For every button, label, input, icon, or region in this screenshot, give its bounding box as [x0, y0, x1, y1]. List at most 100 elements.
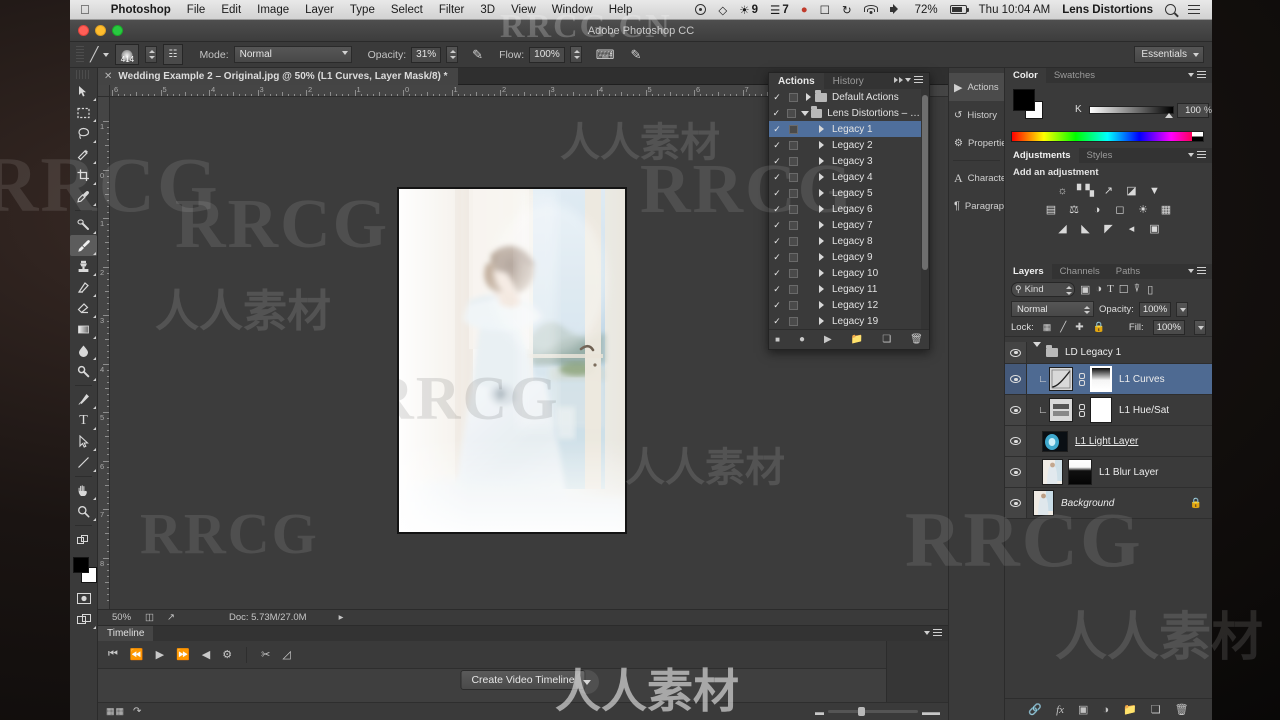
k-channel-slider[interactable] [1089, 106, 1174, 114]
group-expand-triangle-icon[interactable] [1033, 342, 1041, 359]
menu-filter[interactable]: Filter [431, 4, 473, 16]
chevron-down-icon[interactable] [103, 52, 110, 57]
menu-edit[interactable]: Edit [213, 4, 249, 16]
expand-triangle-icon[interactable] [801, 93, 815, 101]
action-toggle-checkbox[interactable]: ✓ [769, 300, 785, 311]
actions-row-legacy-3[interactable]: ✓ Legacy 3 [769, 153, 921, 169]
tab-color[interactable]: Color [1005, 68, 1046, 83]
red-dot-icon[interactable]: ● [795, 4, 814, 16]
exposure-icon[interactable]: ◪ [1123, 183, 1140, 198]
color-balance-icon[interactable]: ⚖ [1066, 202, 1083, 217]
action-toggle-checkbox[interactable]: ✓ [769, 268, 785, 279]
actions-scrollbar-thumb[interactable] [922, 95, 928, 270]
action-toggle-checkbox[interactable]: ✓ [769, 108, 784, 119]
opacity-input[interactable]: 31% [411, 46, 442, 63]
record-circle-icon[interactable] [689, 4, 712, 15]
tab-layers[interactable]: Layers [1005, 264, 1052, 279]
color-panel-swatches[interactable] [1013, 89, 1047, 119]
menu-layer[interactable]: Layer [297, 4, 342, 16]
action-toggle-checkbox[interactable]: ✓ [769, 140, 785, 151]
type-tool[interactable]: T [70, 410, 97, 431]
new-set-button[interactable]: 📁 [851, 334, 863, 345]
menu-3d[interactable]: 3D [472, 4, 503, 16]
action-modal-toggle[interactable] [785, 284, 801, 294]
eraser-tool[interactable] [70, 298, 97, 319]
action-toggle-checkbox[interactable]: ✓ [769, 252, 785, 263]
color-lookup-icon[interactable]: ▦ [1158, 202, 1175, 217]
tab-actions[interactable]: Actions [769, 73, 824, 89]
action-modal-toggle[interactable] [785, 172, 801, 182]
action-modal-toggle[interactable] [784, 108, 799, 118]
shape-filter-icon[interactable]: ☐ [1119, 283, 1129, 296]
color-spectrum-ramp[interactable] [1011, 131, 1204, 142]
action-toggle-checkbox[interactable]: ✓ [769, 92, 785, 103]
menu-image[interactable]: Image [249, 4, 297, 16]
expand-triangle-icon[interactable] [814, 317, 828, 325]
marquee-tool[interactable] [70, 102, 97, 123]
dropbox-icon[interactable]: ◇ [712, 3, 733, 17]
invert-icon[interactable]: ◢ [1054, 221, 1071, 236]
action-modal-toggle[interactable] [785, 268, 801, 278]
brush-preset-picker-icon[interactable]: 414 [115, 44, 140, 65]
actions-row-legacy-10[interactable]: ✓ Legacy 10 [769, 265, 921, 281]
document-dimensions-icon[interactable]: ◫ [145, 612, 154, 623]
menu-type[interactable]: Type [342, 4, 383, 16]
battery-icon[interactable] [944, 5, 973, 14]
action-modal-toggle[interactable] [785, 300, 801, 310]
actions-row-legacy-8[interactable]: ✓ Legacy 8 [769, 233, 921, 249]
actions-row-legacy-19[interactable]: ✓ Legacy 19 [769, 313, 921, 329]
wifi-icon[interactable] [858, 4, 884, 15]
action-modal-toggle[interactable] [785, 140, 801, 150]
layer-thumbnail[interactable] [1042, 430, 1068, 452]
vibrance-icon[interactable]: ▼ [1146, 183, 1163, 198]
timeline-side-strip[interactable] [886, 641, 948, 702]
tab-timeline[interactable]: Timeline [98, 626, 154, 641]
levels-icon[interactable]: ▘▚ [1077, 183, 1094, 198]
timeline-zoom-slider[interactable]: ▬ ▬▬ [815, 707, 940, 717]
share-icon[interactable]: ↗ [167, 612, 175, 623]
menu-view[interactable]: View [503, 4, 544, 16]
action-toggle-checkbox[interactable]: ✓ [769, 172, 785, 183]
pixel-filter-icon[interactable]: ▣ [1080, 283, 1090, 296]
edit-toolbar-button[interactable] [70, 529, 97, 550]
hand-tool[interactable] [70, 480, 97, 501]
brush-tool[interactable] [70, 235, 97, 256]
zoom-slider-thumb[interactable] [858, 707, 865, 716]
dock-item-history[interactable]: ↺ History [949, 101, 1004, 129]
action-toggle-checkbox[interactable]: ✓ [769, 188, 785, 199]
toolbox-grip[interactable] [76, 70, 91, 79]
lock-transparency-icon[interactable]: ▦ [1043, 322, 1052, 333]
status-expand-arrow-icon[interactable]: ▸ [339, 612, 344, 623]
tab-swatches[interactable]: Swatches [1046, 68, 1103, 83]
close-tab-icon[interactable]: ✕ [104, 71, 112, 82]
layer-thumbnail[interactable] [1049, 398, 1073, 422]
expand-triangle-icon[interactable] [814, 157, 828, 165]
layer-fill-stepper[interactable] [1194, 320, 1206, 335]
collapse-double-arrow-icon[interactable] [894, 77, 903, 83]
layer-row-l1-light-layer[interactable]: L1 Light Layer [1005, 426, 1212, 457]
actions-row-legacy-9[interactable]: ✓ Legacy 9 [769, 249, 921, 265]
dock-item-paragraph[interactable]: ¶ Paragraph [949, 192, 1009, 220]
frame-view-icon[interactable]: ▦▦ [106, 706, 125, 717]
play-button[interactable]: ▶ [824, 334, 832, 345]
expand-triangle-icon[interactable] [814, 285, 828, 293]
posterize-icon[interactable]: ◣ [1077, 221, 1094, 236]
active-tool-indicator[interactable]: ╱ [90, 46, 110, 63]
action-modal-toggle[interactable] [785, 124, 801, 134]
flow-stepper[interactable] [569, 46, 582, 63]
audio-button[interactable]: ◀ [202, 648, 210, 661]
blur-tool[interactable] [70, 340, 97, 361]
lock-position-icon[interactable]: ✚ [1075, 322, 1083, 333]
actions-row-legacy-7[interactable]: ✓ Legacy 7 [769, 217, 921, 233]
expand-triangle-icon[interactable] [814, 301, 828, 309]
brush-preset-stepper[interactable] [145, 46, 158, 63]
dock-item-actions[interactable]: ▶ Actions [949, 73, 1004, 101]
new-action-button[interactable]: ❏ [882, 334, 891, 345]
zoom-tool[interactable] [70, 501, 97, 522]
new-layer-icon[interactable]: ❏ [1151, 703, 1161, 716]
create-video-timeline-button[interactable]: Create Video Timeline [460, 670, 586, 690]
notification-center-icon[interactable] [1182, 4, 1206, 15]
link-mask-icon[interactable] [1076, 403, 1087, 417]
menu-select[interactable]: Select [383, 4, 431, 16]
layer-opacity-stepper[interactable] [1176, 301, 1189, 317]
